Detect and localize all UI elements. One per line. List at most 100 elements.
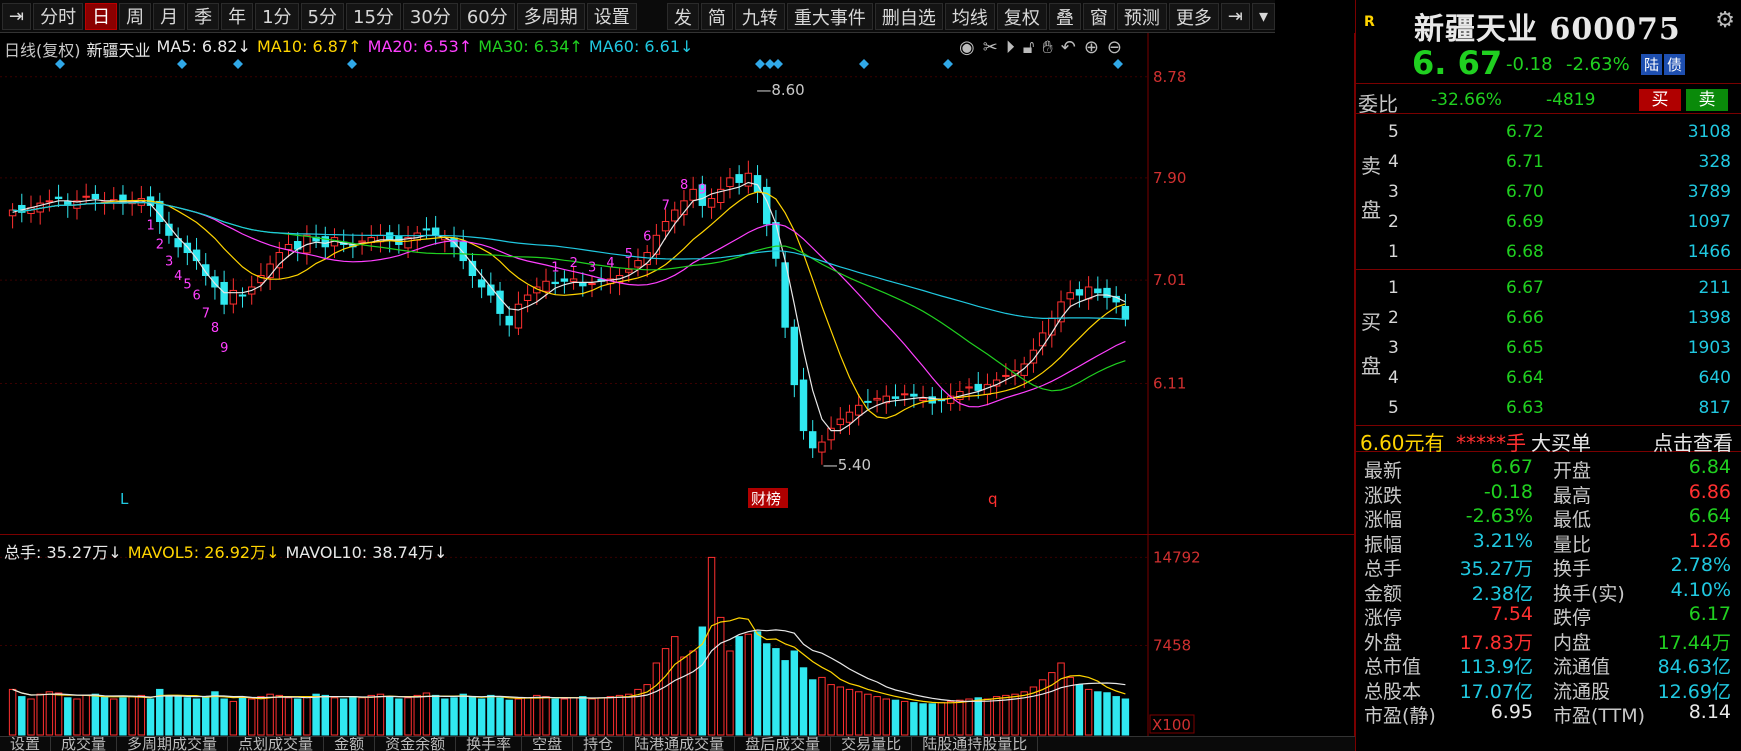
ma-legend-item-4: MA20: 6.53↑ bbox=[367, 37, 473, 56]
period-tab-9[interactable]: 30分 bbox=[402, 2, 458, 30]
indicator-tab-1[interactable]: 成交量 bbox=[51, 737, 118, 751]
asks-level-1[interactable]: 1 6.68 1466 bbox=[1386, 237, 1741, 267]
chevron-down-icon[interactable]: ▾ bbox=[1251, 3, 1275, 30]
toolbar-item-1[interactable]: 简 bbox=[700, 3, 733, 30]
indicator-tab-12[interactable]: 陆股通持股量比 bbox=[912, 737, 1039, 751]
period-tab-5[interactable]: 年 bbox=[221, 2, 254, 30]
level-volume: 1398 bbox=[1687, 308, 1731, 328]
stat-label: 量比 bbox=[1553, 533, 1592, 556]
level-price: 6.63 bbox=[1506, 398, 1544, 418]
period-tab-4[interactable]: 季 bbox=[187, 2, 220, 30]
stat-row: 涨停 7.54 跌停 6.17 bbox=[1356, 603, 1741, 629]
bids-level-5[interactable]: 5 6.63 817 bbox=[1386, 393, 1741, 423]
webi-diff: -4819 bbox=[1546, 90, 1596, 110]
asks-level-2[interactable]: 2 6.69 1097 bbox=[1386, 207, 1741, 237]
volume-bar bbox=[128, 696, 136, 736]
play-icon[interactable]: ⏵ bbox=[1006, 37, 1015, 58]
period-tab-3[interactable]: 月 bbox=[153, 2, 186, 30]
td-up-label: 2 bbox=[570, 256, 578, 271]
volume-bar bbox=[542, 696, 550, 736]
gear-icon[interactable]: ⚙ bbox=[1715, 8, 1735, 33]
toolbar-item-4[interactable]: 删自选 bbox=[874, 3, 943, 30]
volume-bar bbox=[726, 650, 734, 736]
toolbar-item-9[interactable]: 预测 bbox=[1116, 3, 1167, 30]
toolbar-item-0[interactable]: 发 bbox=[666, 3, 699, 30]
toolbar-item-2[interactable]: 九转 bbox=[734, 3, 785, 30]
period-tab-12[interactable]: 设置 bbox=[586, 2, 637, 30]
toolbar-item-8[interactable]: 窗 bbox=[1082, 3, 1115, 30]
hand-icon[interactable]: ✋︎ bbox=[1042, 37, 1052, 58]
period-tab-2[interactable]: 周 bbox=[119, 2, 152, 30]
marker-fin: 财榜 bbox=[751, 490, 781, 508]
indicator-tab-0[interactable]: 设置 bbox=[0, 737, 52, 751]
bids-level-1[interactable]: 1 6.67 211 bbox=[1386, 273, 1741, 303]
collapse-icon[interactable]: ⇥ bbox=[2, 2, 32, 30]
indicator-tab-4[interactable]: 金额 bbox=[324, 737, 376, 751]
asks-level-4[interactable]: 4 6.71 328 bbox=[1386, 147, 1741, 177]
indicator-tab-11[interactable]: 交易量比 bbox=[831, 737, 913, 751]
toolbar-item-7[interactable]: 叠 bbox=[1048, 3, 1081, 30]
volume-bar bbox=[27, 698, 35, 736]
candle-body bbox=[1094, 288, 1102, 294]
indicator-tab-9[interactable]: 陆港通成交量 bbox=[624, 737, 736, 751]
indicator-tab-6[interactable]: 换手率 bbox=[456, 737, 523, 751]
period-tab-0[interactable]: 分时 bbox=[33, 2, 84, 30]
stat-value: 6.67 bbox=[1490, 456, 1533, 478]
stat-value: 4.10% bbox=[1670, 578, 1731, 601]
lock-icon[interactable]: 🔓︎ bbox=[1023, 37, 1035, 58]
asks-level-5[interactable]: 5 6.72 3108 bbox=[1386, 117, 1741, 147]
candle-body bbox=[900, 393, 909, 396]
indicator-tab-7[interactable]: 空盘 bbox=[522, 737, 574, 751]
price-change: -0.18 bbox=[1506, 54, 1553, 75]
stat-value: 6.17 bbox=[1688, 603, 1731, 625]
rong-badge: R bbox=[1364, 14, 1375, 30]
period-tab-6[interactable]: 1分 bbox=[255, 2, 299, 30]
eye-icon[interactable]: ◉ bbox=[959, 37, 975, 58]
volume-bar bbox=[1094, 691, 1102, 736]
big-order-row[interactable]: 6.60元有 *****手 大买单 点击查看 bbox=[1356, 426, 1741, 455]
volume-chart-panel[interactable]: 14792 7458 X100 总手: 35.27万↓ MAVOL5: 26.92万↓… bbox=[0, 535, 1355, 736]
candle-body bbox=[873, 397, 881, 401]
toolbar-item-10[interactable]: 更多 bbox=[1168, 3, 1219, 30]
bids-level-4[interactable]: 4 6.64 640 bbox=[1386, 363, 1741, 393]
period-tab-11[interactable]: 多周期 bbox=[516, 2, 585, 30]
stat-label: 市盈(静) bbox=[1364, 705, 1436, 727]
period-tab-7[interactable]: 5分 bbox=[300, 2, 344, 30]
undo-icon[interactable]: ↶ bbox=[1061, 37, 1076, 58]
sell-button[interactable]: 卖 bbox=[1686, 89, 1728, 111]
volume-chart[interactable]: 14792 7458 X100 bbox=[0, 535, 1355, 736]
indicator-tab-3[interactable]: 点划成交量 bbox=[228, 737, 325, 751]
volume-bar bbox=[514, 698, 523, 736]
level-num: 3 bbox=[1388, 182, 1399, 202]
asks-level-3[interactable]: 3 6.70 3789 bbox=[1386, 177, 1741, 207]
indicator-tab-8[interactable]: 持仓 bbox=[573, 737, 625, 751]
volume-bar bbox=[192, 698, 201, 736]
volume-bar bbox=[717, 616, 725, 736]
stat-row: 最新 6.67 开盘 6.84 bbox=[1356, 456, 1741, 482]
expand-icon[interactable]: ⇥ bbox=[1220, 3, 1250, 30]
period-tab-1[interactable]: 日 bbox=[85, 2, 118, 30]
buy-button[interactable]: 买 bbox=[1639, 89, 1681, 111]
volume-bar bbox=[891, 699, 900, 736]
toolbar-item-5[interactable]: 均线 bbox=[944, 3, 995, 30]
indicator-tab-10[interactable]: 盘后成交量 bbox=[735, 737, 832, 751]
zoom-in-icon[interactable]: ⊕ bbox=[1084, 37, 1099, 58]
zoom-out-icon[interactable]: ⊖ bbox=[1107, 37, 1122, 58]
volume-bar bbox=[919, 703, 927, 736]
indicator-tab-5[interactable]: 资金余额 bbox=[375, 737, 457, 751]
tag-lu[interactable]: 陆 bbox=[1641, 54, 1663, 75]
kline-chart[interactable]: 8.787.907.016.11—8.60—5.40L 财榜 q1234567891… bbox=[0, 33, 1355, 535]
volume-bar bbox=[533, 694, 541, 736]
period-tab-10[interactable]: 60分 bbox=[459, 2, 515, 30]
stat-label: 总股本 bbox=[1364, 680, 1422, 703]
toolbar-item-6[interactable]: 复权 bbox=[996, 3, 1047, 30]
bids-level-3[interactable]: 3 6.65 1903 bbox=[1386, 333, 1741, 363]
period-tab-8[interactable]: 15分 bbox=[346, 2, 401, 30]
toolbar-item-3[interactable]: 重大事件 bbox=[786, 3, 873, 30]
bids-level-2[interactable]: 2 6.66 1398 bbox=[1386, 303, 1741, 333]
kline-chart-panel[interactable]: 8.78 7.90 7.01 6.11 —8.60 —5.40 L 财榜 q 1 2 3 4 5 6 7 8 9 1… bbox=[0, 33, 1355, 535]
scissors-icon[interactable]: ✂ bbox=[983, 37, 998, 58]
volume-bar bbox=[284, 697, 293, 736]
indicator-tab-2[interactable]: 多周期成交量 bbox=[117, 737, 229, 751]
tag-zhai[interactable]: 债 bbox=[1664, 54, 1686, 75]
